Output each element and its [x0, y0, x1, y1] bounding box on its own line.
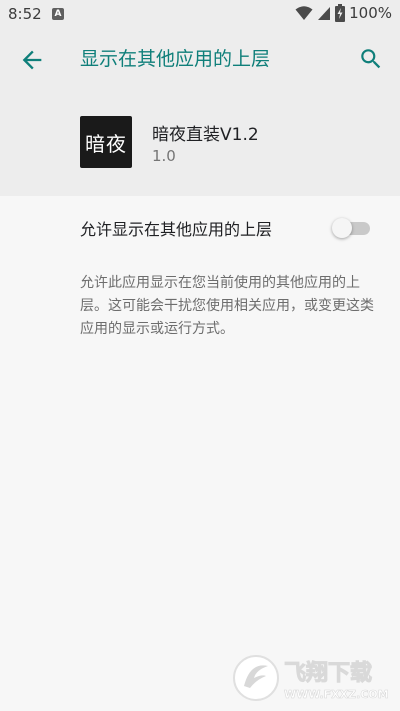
status-time: 8:52: [8, 5, 42, 23]
app-icon: 暗夜: [80, 116, 132, 168]
permission-description: 允许此应用显示在您当前使用的其他应用的上层。这可能会干扰您使用相关应用，或变更这…: [80, 275, 374, 337]
watermark-url: WWW.FXXZ.COM: [284, 688, 389, 701]
notification-icon: A: [52, 8, 64, 20]
wifi-icon: [295, 6, 313, 20]
permission-switch[interactable]: [332, 217, 372, 239]
status-icons: 100%: [295, 4, 392, 22]
status-bar: 8:52 A 100%: [0, 0, 400, 28]
permission-toggle-label: 允许显示在其他应用的上层: [80, 220, 273, 239]
app-name: 暗夜直装V1.2: [152, 125, 259, 145]
battery-charging-icon: [335, 4, 346, 22]
search-icon: [361, 49, 381, 69]
page-title: 显示在其他应用的上层: [80, 48, 271, 70]
watermark: 飞翔下载 WWW.FXXZ.COM: [232, 652, 392, 704]
app-header: 显示在其他应用的上层 暗夜 暗夜直装V1.2 1.0: [0, 28, 400, 196]
app-version: 1.0: [152, 147, 176, 165]
arrow-left-icon: [22, 50, 42, 70]
signal-icon: [318, 7, 331, 20]
app-icon-label: 暗夜: [85, 131, 127, 156]
back-button[interactable]: [18, 46, 46, 74]
search-button[interactable]: [358, 46, 384, 72]
permission-toggle-row[interactable]: 允许显示在其他应用的上层: [0, 196, 400, 258]
battery-percent: 100%: [349, 4, 392, 22]
switch-thumb: [332, 218, 352, 238]
watermark-title: 飞翔下载: [284, 660, 372, 686]
